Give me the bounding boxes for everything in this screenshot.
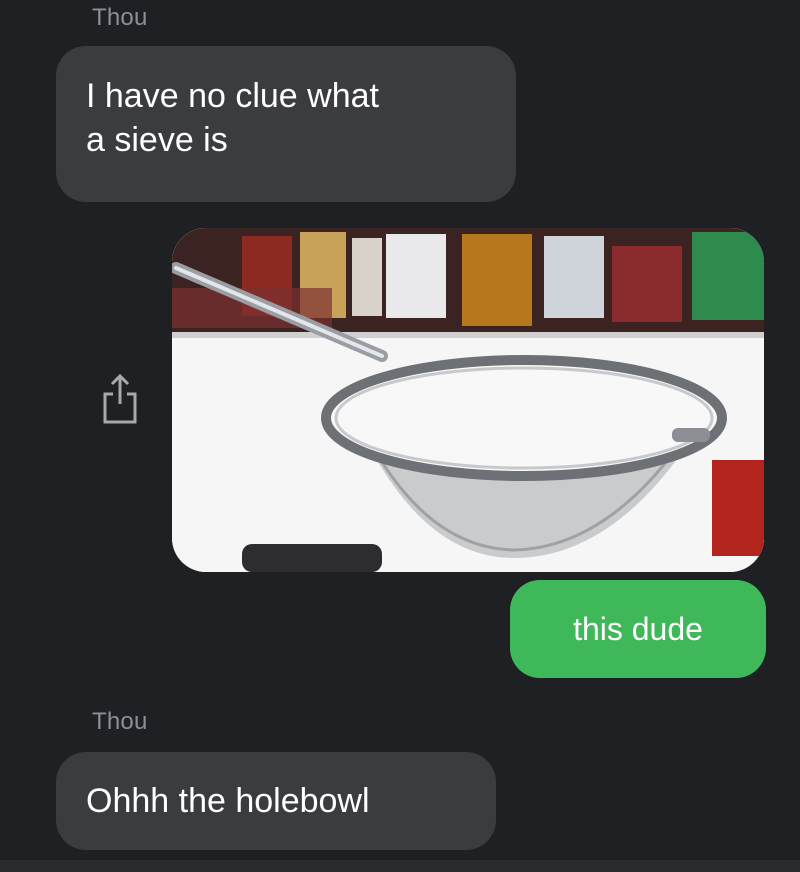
screen-bottom-edge <box>0 860 800 872</box>
share-icon[interactable] <box>100 372 140 428</box>
message-text-line: a sieve is <box>86 121 228 159</box>
incoming-message-bubble[interactable]: Ohhh the holebowl <box>56 752 496 850</box>
sender-name: Thou <box>92 4 148 31</box>
sieve-photo <box>172 228 764 572</box>
message-text: Ohhh the holebowl <box>86 782 370 820</box>
sender-name: Thou <box>92 708 148 735</box>
incoming-message-bubble[interactable]: I have no clue what a sieve is <box>56 46 516 202</box>
message-text-line: I have no clue what <box>86 77 379 115</box>
outgoing-message-bubble[interactable]: this dude <box>510 580 766 678</box>
outgoing-image-message[interactable] <box>172 228 764 572</box>
conversation-view: Thou I have no clue what a sieve is this… <box>0 0 800 860</box>
message-text: this dude <box>573 611 703 647</box>
